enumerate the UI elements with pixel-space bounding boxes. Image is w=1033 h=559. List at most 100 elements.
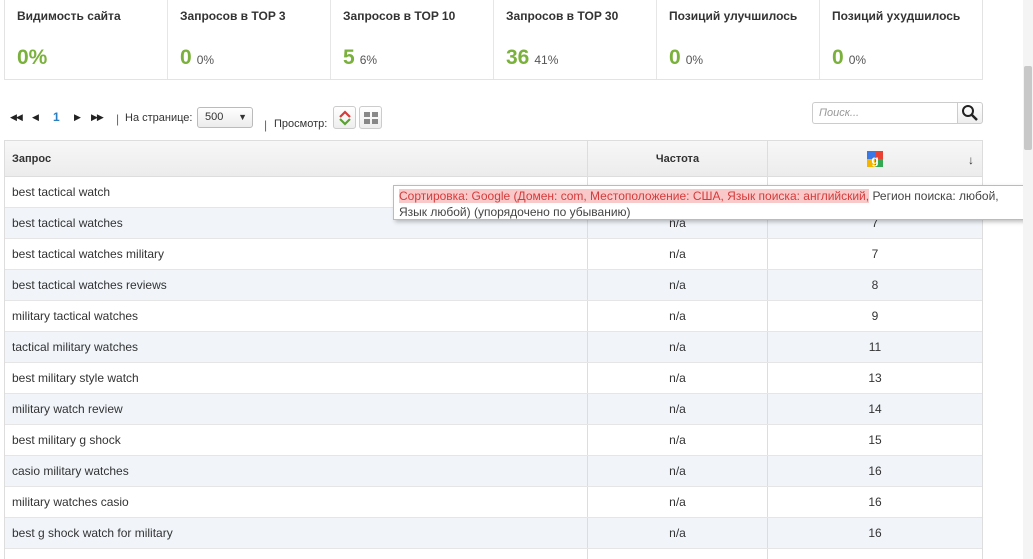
search-button[interactable]	[957, 102, 983, 124]
header-frequency[interactable]: Частота	[588, 141, 768, 176]
table-toolbar: ◀◀ ◀ 1 ▶ ▶▶ | На странице: 500 ▼ | Просм…	[0, 100, 1000, 136]
cell-frequency	[588, 549, 768, 559]
header-query[interactable]: Запрос	[5, 141, 588, 176]
cell-google-position: 7	[871, 247, 879, 261]
svg-text:g: g	[871, 153, 878, 167]
cell-google-position: 15	[868, 433, 882, 447]
stat-value: 36	[506, 46, 530, 69]
cell-query	[5, 549, 588, 559]
stat-value: 0	[669, 46, 681, 69]
per-page-value: 500	[205, 111, 224, 123]
stat-percent: 0%	[196, 53, 215, 67]
stat-improved: Позиций улучшилось 0 0%	[657, 0, 820, 79]
cell-google-position: 14	[868, 402, 882, 416]
stat-title: Запросов в TOP 30	[506, 9, 619, 23]
cell-frequency: n/a	[588, 487, 768, 517]
cell-google-position: 16	[868, 526, 882, 540]
stat-percent: 6%	[359, 53, 378, 67]
cell-frequency: n/a	[588, 239, 768, 269]
stat-value: 5	[343, 46, 355, 69]
google-icon: g	[867, 150, 883, 167]
stat-top3: Запросов в TOP 3 0 0%	[168, 0, 331, 79]
cell-frequency: n/a	[588, 518, 768, 548]
first-page-icon[interactable]: ◀◀	[10, 112, 23, 122]
stat-value: 0%	[17, 46, 48, 69]
cell-query: best tactical watches reviews	[5, 270, 588, 300]
grid-icon	[363, 111, 378, 124]
cell-google-position: 16	[868, 464, 882, 478]
cell-frequency: n/a	[588, 301, 768, 331]
table-row[interactable]: best military style watch n/a 13	[5, 363, 982, 394]
cell-query: best g shock watch for military	[5, 518, 588, 548]
stat-value: 0	[832, 46, 844, 69]
stat-percent: 41%	[534, 53, 559, 67]
view-label: Просмотр:	[274, 118, 328, 130]
view-grid-button[interactable]	[359, 106, 382, 129]
scrollbar-thumb[interactable]	[1024, 66, 1032, 150]
stats-panel: Видимость сайта 0% Запросов в TOP 3 0 0% …	[4, 0, 983, 80]
last-page-icon[interactable]: ▶▶	[91, 112, 104, 122]
header-google[interactable]: g ↓	[768, 141, 982, 176]
cell-query: best tactical watches military	[5, 239, 588, 269]
stat-percent: 0%	[685, 53, 704, 67]
table-header: Запрос Частота g ↓	[5, 141, 982, 177]
current-page[interactable]: 1	[53, 110, 60, 124]
sort-tooltip: Сортировка: Google (Домен: com, Местопол…	[393, 185, 1033, 220]
sort-desc-icon: ↓	[968, 153, 974, 167]
cell-google-position: 13	[868, 371, 882, 385]
cell-frequency: n/a	[588, 394, 768, 424]
separator: |	[264, 118, 268, 132]
cell-query: casio military watches	[5, 456, 588, 486]
table-row[interactable]: military watch review n/a 14	[5, 394, 982, 425]
tooltip-highlight: Сортировка: Google (Домен: com, Местопол…	[399, 189, 870, 203]
table-body: best tactical watch best tactical watches…	[5, 177, 982, 559]
table-row[interactable]: best tactical watches military n/a 7	[5, 239, 982, 270]
cell-query: military watch review	[5, 394, 588, 424]
stat-title: Позиций улучшилось	[669, 9, 798, 23]
stat-title: Запросов в TOP 3	[180, 9, 286, 23]
table-row[interactable]: casio military watches n/a 16	[5, 456, 982, 487]
table-row[interactable]: best g shock watch for military n/a 16	[5, 518, 982, 549]
per-page-select[interactable]: 500 ▼	[197, 107, 253, 128]
cell-query: tactical military watches	[5, 332, 588, 362]
table-row[interactable]: military tactical watches n/a 9	[5, 301, 982, 332]
stat-title: Видимость сайта	[17, 9, 121, 23]
prev-page-icon[interactable]: ◀	[32, 112, 39, 122]
table-row[interactable]: best military g shock n/a 15	[5, 425, 982, 456]
cell-frequency: n/a	[588, 456, 768, 486]
table-row[interactable]: tactical military watches n/a 11	[5, 332, 982, 363]
stat-worsened: Позиций ухудшилось 0 0%	[820, 0, 982, 79]
stat-title: Запросов в TOP 10	[343, 9, 456, 23]
search-icon	[962, 105, 978, 121]
stat-percent: 0%	[848, 53, 867, 67]
cell-frequency: n/a	[588, 425, 768, 455]
cell-google-position: 8	[871, 278, 879, 292]
table-row[interactable]: best tactical watches reviews n/a 8	[5, 270, 982, 301]
stat-value: 0	[180, 46, 192, 69]
cell-query: best military style watch	[5, 363, 588, 393]
cell-frequency: n/a	[588, 363, 768, 393]
view-changes-button[interactable]	[333, 106, 356, 129]
per-page-label: На странице:	[125, 112, 193, 124]
cell-google-position	[768, 549, 982, 559]
up-down-arrows-icon	[338, 109, 351, 126]
stat-top30: Запросов в TOP 30 36 41%	[494, 0, 657, 79]
cell-query: military watches casio	[5, 487, 588, 517]
cell-google-position: 16	[868, 495, 882, 509]
page-scrollbar[interactable]	[1023, 0, 1033, 559]
cell-query: best military g shock	[5, 425, 588, 455]
cell-frequency: n/a	[588, 332, 768, 362]
table-row[interactable]	[5, 549, 982, 559]
separator: |	[116, 112, 120, 126]
next-page-icon[interactable]: ▶	[74, 112, 81, 122]
cell-google-position: 9	[871, 309, 879, 323]
cell-frequency: n/a	[588, 270, 768, 300]
stat-title: Позиций ухудшилось	[832, 9, 961, 23]
search-input[interactable]: Поиск...	[812, 102, 958, 124]
stat-top10: Запросов в TOP 10 5 6%	[331, 0, 494, 79]
chevron-down-icon: ▼	[238, 112, 247, 122]
cell-google-position: 11	[868, 340, 882, 354]
stat-visibility: Видимость сайта 0%	[5, 0, 168, 79]
cell-query: military tactical watches	[5, 301, 588, 331]
table-row[interactable]: military watches casio n/a 16	[5, 487, 982, 518]
